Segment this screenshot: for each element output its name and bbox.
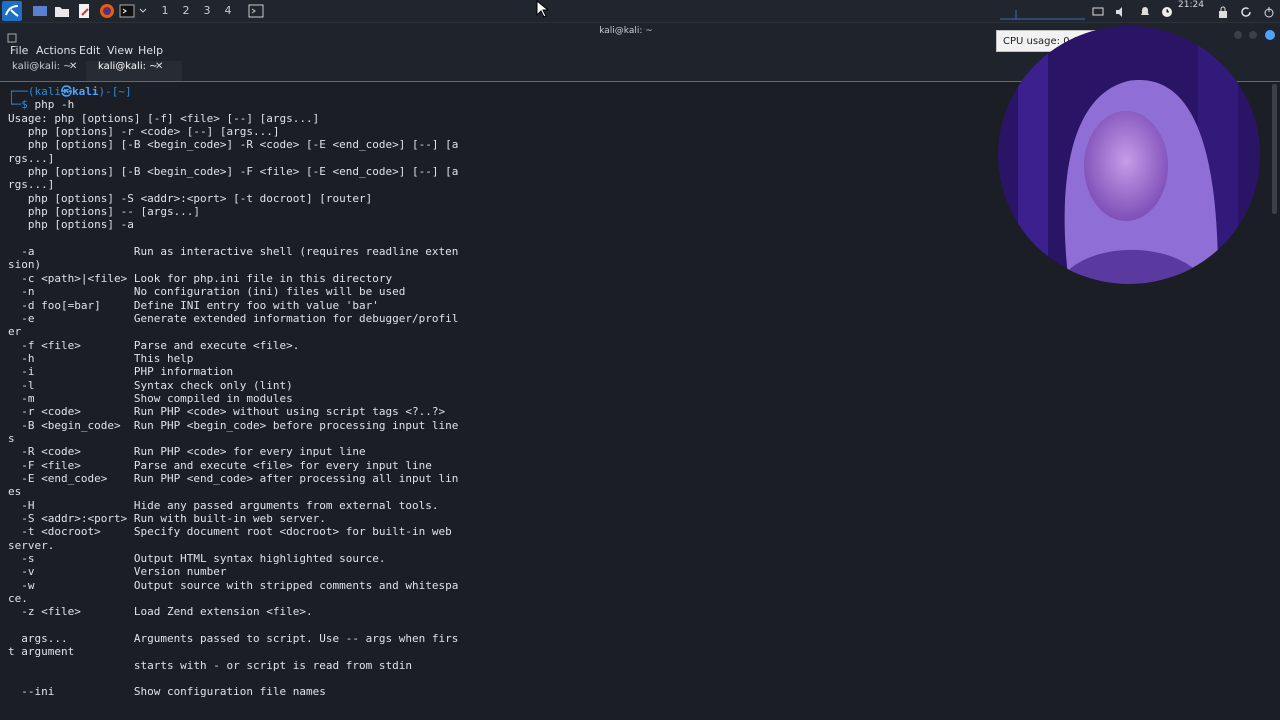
clock-time[interactable]: 21:24 — [1178, 0, 1204, 22]
terminal-line: -i PHP information — [8, 365, 234, 379]
terminal-line: -s Output HTML syntax highlighted source… — [8, 552, 386, 566]
terminal-scrollbar[interactable] — [1272, 84, 1277, 214]
terminal-line: -R <code> Run PHP <code> for every input… — [8, 445, 366, 459]
display-icon[interactable] — [1091, 4, 1105, 18]
prompt-user: (kali — [27, 85, 61, 98]
terminal-line: -t <docroot> Specify document root <docr… — [8, 525, 452, 539]
terminal-line: rgs...] — [8, 151, 55, 165]
workspace-1[interactable]: 1 — [156, 3, 174, 19]
close-tab-icon[interactable]: ✕ — [155, 61, 163, 72]
tab-1[interactable]: kali@kali: ~ ✕ — [0, 61, 96, 81]
terminal-line: -S <addr>:<port> Run with built-in web s… — [8, 512, 326, 525]
menu-help[interactable]: Help — [138, 44, 163, 57]
command-text: php -h — [34, 98, 75, 112]
terminal-line: -m Show compiled in modules — [8, 391, 293, 405]
terminal-line: -B <begin_code> Run PHP <begin_code> bef… — [8, 418, 459, 432]
terminal-line: rgs...] — [8, 178, 55, 192]
terminal-line: sion) — [8, 258, 42, 272]
desktop-icon[interactable] — [32, 3, 48, 19]
prompt-at: ㉿ — [61, 85, 72, 98]
notification-bell-icon[interactable] — [1138, 4, 1152, 18]
text-editor-icon[interactable] — [76, 3, 92, 19]
terminal-line: --ini Show configuration file names — [8, 685, 326, 699]
prompt-dir: )-[~] — [98, 85, 132, 98]
terminal-line: php [options] -a — [8, 218, 134, 232]
terminal-line: php [options] [-B <begin_code>] -F <file… — [8, 165, 459, 179]
menu-actions[interactable]: Actions — [36, 44, 76, 57]
terminal-line: s — [8, 431, 15, 445]
volume-icon[interactable] — [1114, 4, 1128, 18]
taskbar-terminal-icon[interactable] — [248, 3, 264, 19]
terminal-line: -v Version number — [8, 565, 227, 579]
terminal-line: er — [8, 325, 22, 339]
menu-view[interactable]: View — [107, 44, 133, 57]
terminal-line: ce. — [8, 592, 28, 606]
terminal-line: -a Run as interactive shell (requires re… — [8, 245, 459, 259]
cpu-graph — [1000, 10, 1085, 20]
terminal-line: php [options] -S <addr>:<port> [-t docro… — [8, 191, 373, 205]
tab-label: kali@kali: ~ — [12, 61, 72, 72]
terminal-output: ┌──(kali㉿kali)-[~] └─$ php -h Usage: php… — [8, 85, 459, 699]
mouse-cursor-icon — [536, 0, 550, 22]
menu-file[interactable]: File — [10, 44, 28, 57]
help-output: Usage: php [options] [-f] <file> [--] [a… — [8, 112, 458, 699]
file-manager-icon[interactable] — [54, 3, 70, 19]
kali-menu-icon[interactable] — [2, 1, 22, 21]
terminal-line: -e Generate extended information for deb… — [8, 311, 459, 325]
prompt-host: kali — [72, 85, 99, 98]
tab-label: kali@kali: ~ — [98, 61, 158, 72]
terminal-line: -z <file> Load Zend extension <file>. — [8, 605, 313, 619]
terminal-line: -w Output source with stripped comments … — [8, 578, 459, 592]
close-tab-icon[interactable]: ✕ — [69, 61, 77, 72]
top-panel: 1 2 3 4 21:24 — [0, 0, 1280, 23]
terminal-line: php [options] -- [args...] — [8, 205, 201, 219]
menu-edit[interactable]: Edit — [79, 44, 100, 57]
terminal-line: -c <path>|<file> Look for php.ini file i… — [8, 271, 393, 285]
terminal-line: server. — [8, 538, 55, 552]
webcam-overlay — [998, 26, 1260, 284]
workspace-4[interactable]: 4 — [219, 3, 237, 19]
firefox-icon[interactable] — [99, 3, 115, 19]
terminal-line: -n No configuration (ini) files will be … — [8, 285, 406, 299]
terminal-line: -f <file> Parse and execute <file>. — [8, 338, 300, 352]
terminal-line: -F <file> Parse and execute <file> for e… — [8, 458, 432, 472]
terminal-line: php [options] [-B <begin_code>] -R <code… — [8, 138, 459, 152]
terminal-line: php [options] -r <code> [--] [args...] — [8, 125, 280, 139]
terminal-line: -h This help — [8, 351, 194, 365]
terminal-line: starts with - or script is read from std… — [8, 658, 412, 672]
terminal-line: -l Syntax check only (lint) — [8, 378, 293, 392]
refresh-icon[interactable] — [1239, 4, 1253, 18]
terminal-line: t argument — [8, 645, 75, 659]
terminal-line: -E <end_code> Run PHP <end_code> after p… — [8, 471, 459, 485]
terminal-line: -r <code> Run PHP <code> without using s… — [8, 405, 446, 419]
terminal-line: Usage: php [options] [-f] <file> [--] [a… — [8, 111, 320, 125]
tab-2[interactable]: kali@kali: ~ ✕ — [86, 61, 182, 81]
terminal-line: args... Arguments passed to script. Use … — [8, 632, 459, 646]
terminal-line: -d foo[=bar] Define INI entry foo with v… — [8, 298, 379, 312]
workspace-3[interactable]: 3 — [198, 3, 216, 19]
terminal-icon[interactable] — [119, 3, 135, 19]
terminal-line: es — [8, 485, 22, 499]
workspace-2[interactable]: 2 — [177, 3, 195, 19]
terminal-line: -H Hide any passed arguments from extern… — [8, 498, 439, 512]
power-icon[interactable] — [1262, 4, 1276, 18]
chevron-down-icon[interactable] — [138, 3, 154, 19]
clock-icon — [1160, 4, 1174, 18]
lock-icon[interactable] — [1216, 4, 1230, 18]
